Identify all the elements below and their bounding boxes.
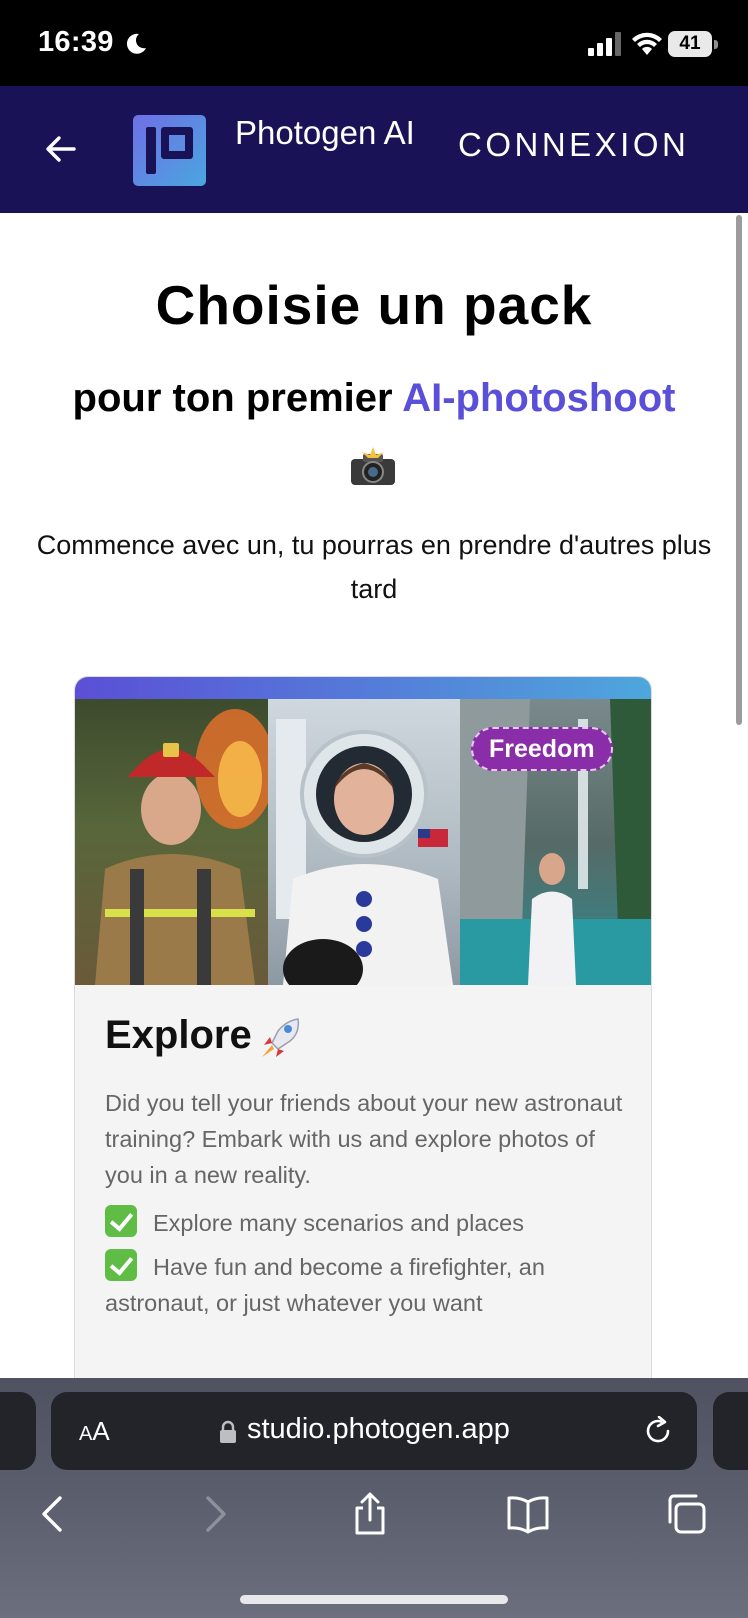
login-button[interactable]: CONNEXION (458, 126, 689, 164)
back-arrow-icon[interactable] (44, 132, 78, 166)
url-text[interactable]: studio.photogen.app (247, 1413, 510, 1446)
intro-text: Commence avec un, tu pourras en prendre … (36, 530, 712, 604)
share-icon[interactable] (348, 1492, 392, 1536)
page-title: Choisie un pack (155, 274, 593, 336)
feature-item: Have fun and become a firefighter, an as… (105, 1249, 625, 1321)
photo-astronaut (268, 699, 460, 985)
camera-flash-icon (351, 447, 395, 485)
reload-icon[interactable] (643, 1416, 673, 1446)
pack-name-text: Explore (105, 1013, 252, 1057)
photogen-logo[interactable] (133, 115, 206, 186)
feature-text: Have fun and become a firefighter, an as… (105, 1254, 545, 1316)
freedom-badge: Freedom (471, 727, 613, 771)
subtitle-accent: AI-photoshoot (402, 376, 676, 420)
previous-tab-edge[interactable] (0, 1392, 36, 1470)
app-header: Photogen AI CONNEXION (0, 86, 748, 213)
photo-firefighter (75, 699, 268, 985)
status-bar: 16:39 41 (0, 0, 748, 86)
battery-level: 41 (668, 31, 712, 57)
main-content: Choisie un pack pour ton premier AI-phot… (0, 213, 748, 1378)
next-tab-edge[interactable] (713, 1392, 748, 1470)
pack-description: Did you tell your friends about your new… (105, 1090, 623, 1188)
aa-large: A (92, 1416, 110, 1446)
feature-item: Explore many scenarios and places (105, 1205, 625, 1241)
battery-icon: 41 (668, 31, 718, 57)
reader-settings-button[interactable]: AA (79, 1416, 110, 1447)
aa-small: A (79, 1423, 93, 1445)
checkmark-icon (105, 1249, 137, 1281)
bookmarks-icon[interactable] (506, 1492, 550, 1536)
battery-tip (714, 40, 718, 49)
lock-icon (220, 1420, 236, 1443)
scrollbar[interactable] (736, 215, 742, 725)
home-indicator[interactable] (240, 1595, 508, 1604)
browser-toolbar: AA studio.photogen.app (0, 1378, 748, 1618)
brand-name[interactable]: Photogen AI (235, 106, 415, 160)
page-subtitle: pour ton premier AI-photoshoot (0, 376, 748, 421)
do-not-disturb-moon-icon (126, 33, 146, 54)
card-gradient-bar (75, 677, 651, 701)
pack-card[interactable]: Freedom Explore Did you tell your friend… (74, 676, 652, 1378)
logo-bar (146, 127, 156, 174)
status-time: 16:39 (38, 26, 114, 58)
back-icon[interactable] (32, 1492, 76, 1536)
logo-square (161, 127, 193, 159)
forward-icon[interactable] (192, 1492, 236, 1536)
tabs-icon[interactable] (664, 1492, 708, 1536)
cellular-signal-icon (588, 32, 621, 56)
address-bar[interactable]: AA studio.photogen.app (51, 1392, 697, 1470)
pack-name: Explore (105, 1013, 304, 1059)
checkmark-icon (105, 1205, 137, 1237)
wifi-icon (632, 32, 662, 55)
feature-text: Explore many scenarios and places (153, 1210, 524, 1236)
subtitle-prefix: pour ton premier (72, 376, 403, 420)
rocket-icon (261, 1018, 299, 1058)
